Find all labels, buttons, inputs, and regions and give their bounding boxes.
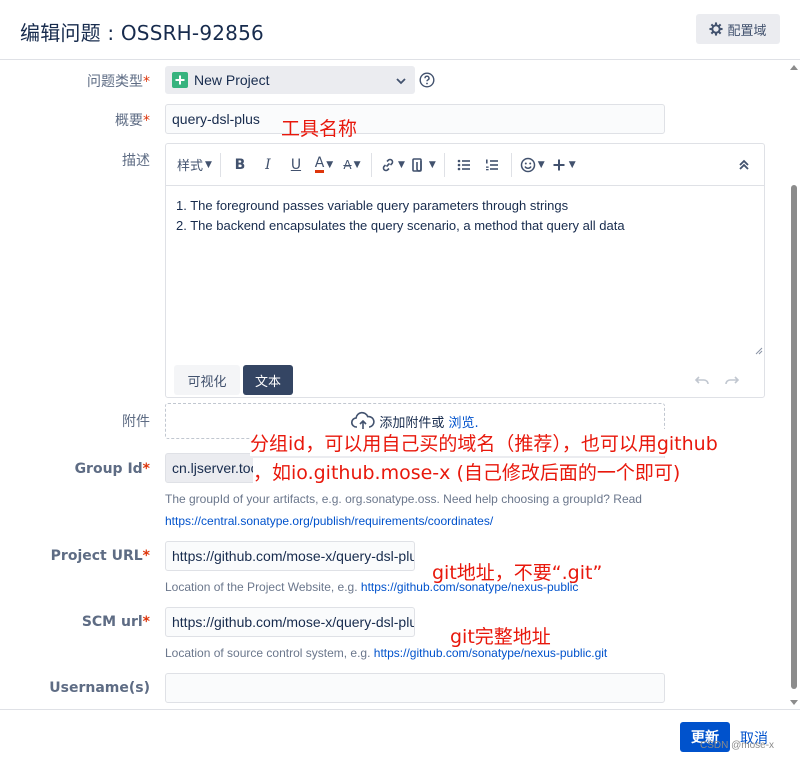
group-id-annotation-1: 分组id，可以用自己买的域名（推荐），也可以用github <box>250 429 718 456</box>
chevron-down-icon: ▼ <box>568 159 576 170</box>
scrollbar[interactable] <box>788 61 798 709</box>
username-label: Username(s) <box>49 680 150 696</box>
numbered-list-button[interactable] <box>478 151 506 179</box>
project-url-label: Project URL* <box>50 548 150 564</box>
link-icon <box>382 158 394 171</box>
text-color-button[interactable]: A ▼ <box>310 151 338 179</box>
configure-fields-button[interactable]: 配置域 <box>696 14 780 44</box>
summary-label: 概要* <box>115 113 150 129</box>
gear-icon <box>709 22 724 36</box>
chevron-down-icon: ▼ <box>353 159 361 170</box>
configure-fields-label: 配置域 <box>727 23 767 39</box>
more-formatting-button[interactable]: A ▼ <box>338 151 366 179</box>
chevron-double-up-icon <box>739 159 749 170</box>
group-id-label: Group Id* <box>74 461 150 477</box>
summary-annotation: 工具名称 <box>281 118 358 140</box>
browse-link[interactable]: 浏览. <box>448 412 478 431</box>
redo-icon[interactable] <box>724 372 740 388</box>
dialog-title: 编辑问题 : OSSRH-92856 <box>20 21 264 45</box>
underline-button[interactable]: U <box>282 151 310 179</box>
editor-footer: 可视化 文本 <box>166 358 764 398</box>
chevron-down-icon: ▼ <box>428 159 436 170</box>
chevron-down-icon: ▼ <box>537 159 545 170</box>
bullet-list-icon <box>457 159 470 170</box>
add-project-icon <box>172 72 188 88</box>
issue-type-select[interactable]: New Project <box>165 66 415 94</box>
attachment-button[interactable]: ▼ <box>408 151 439 179</box>
description-line: 1. The foreground passes variable query … <box>176 198 569 213</box>
attachment-text: 添加附件或 <box>379 415 445 431</box>
toolbar-divider <box>219 152 221 177</box>
visual-mode-tab[interactable]: 可视化 <box>174 365 240 395</box>
scm-url-input[interactable]: https://github.com/mose-x/query-dsl-plus… <box>165 607 415 637</box>
toolbar-divider <box>510 152 512 177</box>
attachment-label: 附件 <box>122 414 150 430</box>
smiley-icon <box>520 157 536 172</box>
toolbar-divider <box>443 152 445 177</box>
group-id-annotation-2: ，如io.github.mose-x (自己修改后面的一个即可) <box>253 458 681 485</box>
issue-type-value: New Project <box>194 72 270 88</box>
form-body: 问题类型* New Project 概要* query-dsl-plus 工具名… <box>0 61 800 709</box>
toolbar-divider <box>370 152 372 177</box>
collapse-toolbar-button[interactable] <box>730 151 758 179</box>
dialog-footer: 更新 取消 CSDN @mose-x <box>0 709 800 760</box>
numbered-list-icon <box>485 159 498 170</box>
text-color-letter: A <box>314 155 325 173</box>
italic-button[interactable]: I <box>254 151 282 179</box>
chevron-down-icon: ▼ <box>326 159 334 170</box>
username-input[interactable] <box>165 673 665 703</box>
plus-icon <box>553 159 565 170</box>
dialog-header: 编辑问题 : OSSRH-92856 配置域 <box>0 0 800 60</box>
cloud-upload-icon <box>351 411 376 429</box>
scroll-down-arrow-icon[interactable] <box>790 700 798 705</box>
description-label: 描述 <box>122 153 150 169</box>
chevron-down-icon: ▼ <box>205 159 212 170</box>
insert-more-button[interactable]: ▼ <box>548 151 579 179</box>
summary-input[interactable]: query-dsl-plus <box>165 104 665 134</box>
paperclip-icon <box>412 157 422 172</box>
group-id-help-link[interactable]: https://central.sonatype.org/publish/req… <box>165 514 493 528</box>
text-mode-tab[interactable]: 文本 <box>243 365 293 395</box>
scm-url-annotation: git完整地址 <box>450 626 551 648</box>
project-url-annotation: git地址，不要“.git” <box>432 562 603 584</box>
help-icon[interactable] <box>419 72 435 88</box>
chevron-down-icon: ▼ <box>397 159 405 170</box>
description-line: 2. The backend encapsulates the query sc… <box>176 218 625 233</box>
scm-url-label: SCM url* <box>81 614 150 630</box>
scroll-thumb[interactable] <box>791 185 797 689</box>
issue-type-label: 问题类型* <box>87 74 150 90</box>
emoji-button[interactable]: ▼ <box>517 151 548 179</box>
scroll-up-arrow-icon[interactable] <box>790 65 798 70</box>
chevron-down-icon <box>396 78 406 85</box>
resize-handle-icon[interactable] <box>755 347 763 355</box>
more-formatting-letter: A <box>343 157 352 172</box>
watermark: CSDN @mose-x <box>700 740 775 751</box>
link-button[interactable]: ▼ <box>377 151 408 179</box>
description-textarea[interactable]: 1. The foreground passes variable query … <box>166 186 764 356</box>
project-url-input[interactable]: https://github.com/mose-x/query-dsl-plus <box>165 541 415 571</box>
text-style-dropdown[interactable]: 样式 ▼ <box>174 151 215 179</box>
editor-toolbar: 样式 ▼ B I U A ▼ A ▼ ▼ ▼ ▼ ▼ <box>166 144 764 186</box>
description-editor: 样式 ▼ B I U A ▼ A ▼ ▼ ▼ ▼ ▼ 1. The foregroun… <box>165 143 765 398</box>
undo-icon[interactable] <box>694 372 710 388</box>
group-id-help: The groupId of your artifacts, e.g. org.… <box>165 492 642 506</box>
bullet-list-button[interactable] <box>450 151 478 179</box>
bold-button[interactable]: B <box>226 151 254 179</box>
